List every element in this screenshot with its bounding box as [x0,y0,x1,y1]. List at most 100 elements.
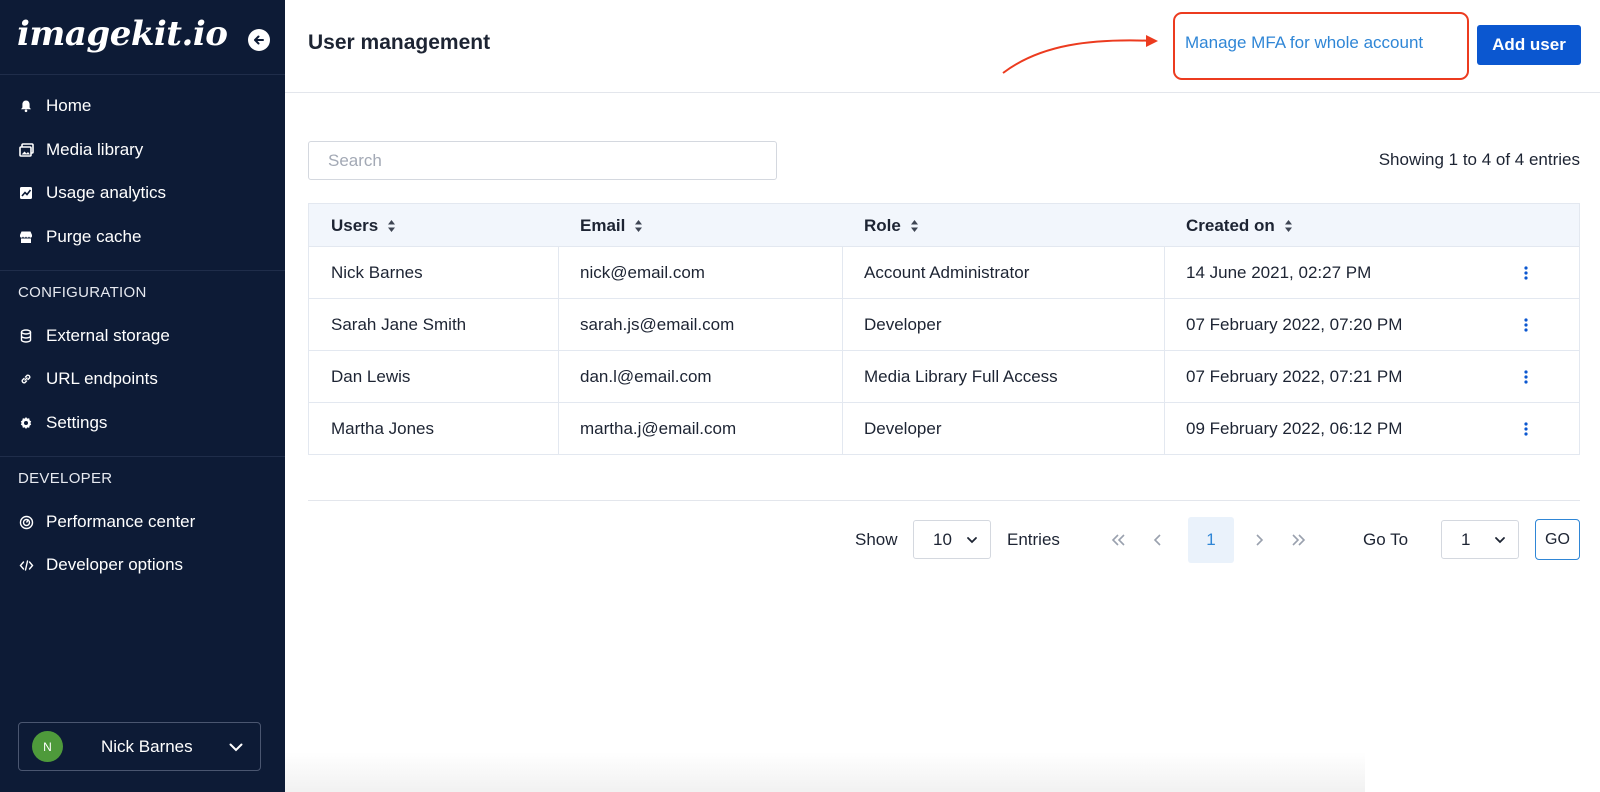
go-button[interactable]: GO [1535,519,1580,560]
cell-user: Dan Lewis [331,366,411,386]
sidebar-item-purge-cache[interactable]: Purge cache [0,217,285,257]
cell-email: sarah.js@email.com [580,314,735,334]
sidebar-item-usage-analytics[interactable]: Usage analytics [0,173,285,213]
show-label: Show [855,530,898,549]
sidebar-item-label: Purge cache [46,227,142,246]
page-size-value: 10 [933,529,952,549]
column-header-label: Users [331,216,379,235]
sort-icon [388,220,396,232]
collapse-sidebar-button[interactable] [248,29,270,51]
main-content: User management Manage MFA for whole acc… [285,0,1600,792]
goto-page-select[interactable]: 1 [1441,520,1519,559]
sidebar-item-developer-options[interactable]: Developer options [0,545,285,585]
cell-created-on: 09 February 2022, 06:12 PM [1186,418,1403,438]
page-title: User management [308,31,491,54]
cell-user: Martha Jones [331,418,434,438]
arrow-left-icon [254,35,264,45]
cell-user: Sarah Jane Smith [331,314,467,334]
last-page-button[interactable] [1276,517,1322,563]
sidebar-item-label: Media library [46,140,144,159]
pagination-divider [308,500,1580,501]
cell-created-on: 14 June 2021, 02:27 PM [1186,262,1372,282]
column-header-label: Role [864,216,901,235]
sidebar-item-label: Performance center [46,512,196,531]
row-actions-kebab-icon[interactable] [1516,367,1536,387]
sidebar-item-performance-center[interactable]: Performance center [0,502,285,542]
annotation-arrow [1002,35,1158,74]
chevron-down-icon [967,537,977,544]
sidebar-item-url-endpoints[interactable]: URL endpoints [0,359,285,399]
cell-created-on: 07 February 2022, 07:20 PM [1186,314,1403,334]
row-actions-kebab-icon[interactable] [1516,315,1536,335]
page-number-current[interactable]: 1 [1188,517,1234,563]
database-icon [18,328,34,344]
chevron-down-icon [1495,537,1505,544]
cell-email: nick@email.com [580,262,705,282]
sidebar-item-media-library[interactable]: Media library [0,130,285,170]
goto-label: Go To [1363,530,1409,549]
sidebar-item-settings[interactable]: Settings [0,403,285,443]
cell-user: Nick Barnes [331,262,423,282]
section-label-developer: DEVELOPER [18,470,113,487]
chevron-left-icon [1153,534,1161,546]
column-header-email[interactable]: Email [580,216,643,236]
manage-mfa-link[interactable]: Manage MFA for whole account [1185,33,1423,53]
link-icon [18,371,34,387]
chart-icon [18,185,34,201]
user-menu[interactable]: N Nick Barnes [18,722,261,771]
page-header: User management Manage MFA for whole acc… [285,0,1600,93]
image-gallery-icon [18,142,34,158]
code-icon [18,557,34,573]
search-input[interactable] [308,141,777,180]
sidebar-item-label: Settings [46,413,108,432]
cell-role: Account Administrator [864,262,1030,282]
row-actions-kebab-icon[interactable] [1516,419,1536,439]
sidebar-item-external-storage[interactable]: External storage [0,316,285,356]
sidebar: imagekit.io Home Media library Usage ana… [0,0,285,792]
sidebar-item-label: Usage analytics [46,183,167,202]
sort-icon [635,220,643,232]
cell-role: Media Library Full Access [864,366,1058,386]
cell-email: dan.l@email.com [580,366,712,386]
sidebar-item-label: External storage [46,326,170,345]
double-chevron-right-icon [1292,534,1306,546]
table-row: Nick Barnes nick@email.com Account Admin… [309,246,1579,298]
sidebar-item-label: Home [46,96,92,115]
cell-email: martha.j@email.com [580,418,737,438]
sidebar-divider [0,74,285,75]
column-header-created-on[interactable]: Created on [1186,216,1293,236]
row-actions-kebab-icon[interactable] [1516,263,1536,283]
bottom-shadow [285,752,1365,792]
cell-role: Developer [864,314,942,334]
chevron-right-icon [1256,534,1264,546]
column-header-role[interactable]: Role [864,216,919,236]
avatar: N [32,731,63,762]
page-size-select[interactable]: 10 [913,520,991,559]
table-row: Dan Lewis dan.l@email.com Media Library … [309,350,1579,402]
sidebar-item-label: URL endpoints [46,369,158,388]
column-header-label: Created on [1186,216,1275,235]
add-user-button[interactable]: Add user [1477,25,1581,65]
sort-icon [910,220,918,232]
column-header-users[interactable]: Users [331,216,396,236]
gear-icon [18,415,34,431]
logo[interactable]: imagekit.io [17,14,228,54]
sidebar-divider [0,456,285,457]
section-label-configuration: CONFIGURATION [18,284,147,301]
sidebar-item-home[interactable]: Home [0,86,285,126]
double-chevron-left-icon [1111,534,1125,546]
column-header-label: Email [580,216,626,235]
gauge-icon [18,514,34,530]
cell-created-on: 07 February 2022, 07:21 PM [1186,366,1403,386]
store-icon [18,229,34,245]
sidebar-divider [0,270,285,271]
table-header: Users Email Role Created on [309,204,1579,246]
cell-role: Developer [864,418,942,438]
bell-icon [18,98,34,114]
previous-page-button[interactable] [1135,517,1181,563]
entries-count: Showing 1 to 4 of 4 entries [1378,150,1580,169]
entries-label: Entries [1007,530,1060,549]
sort-icon [1284,220,1292,232]
chevron-down-icon [229,743,243,752]
users-table: Users Email Role Created on Nick Barnes … [308,203,1580,455]
